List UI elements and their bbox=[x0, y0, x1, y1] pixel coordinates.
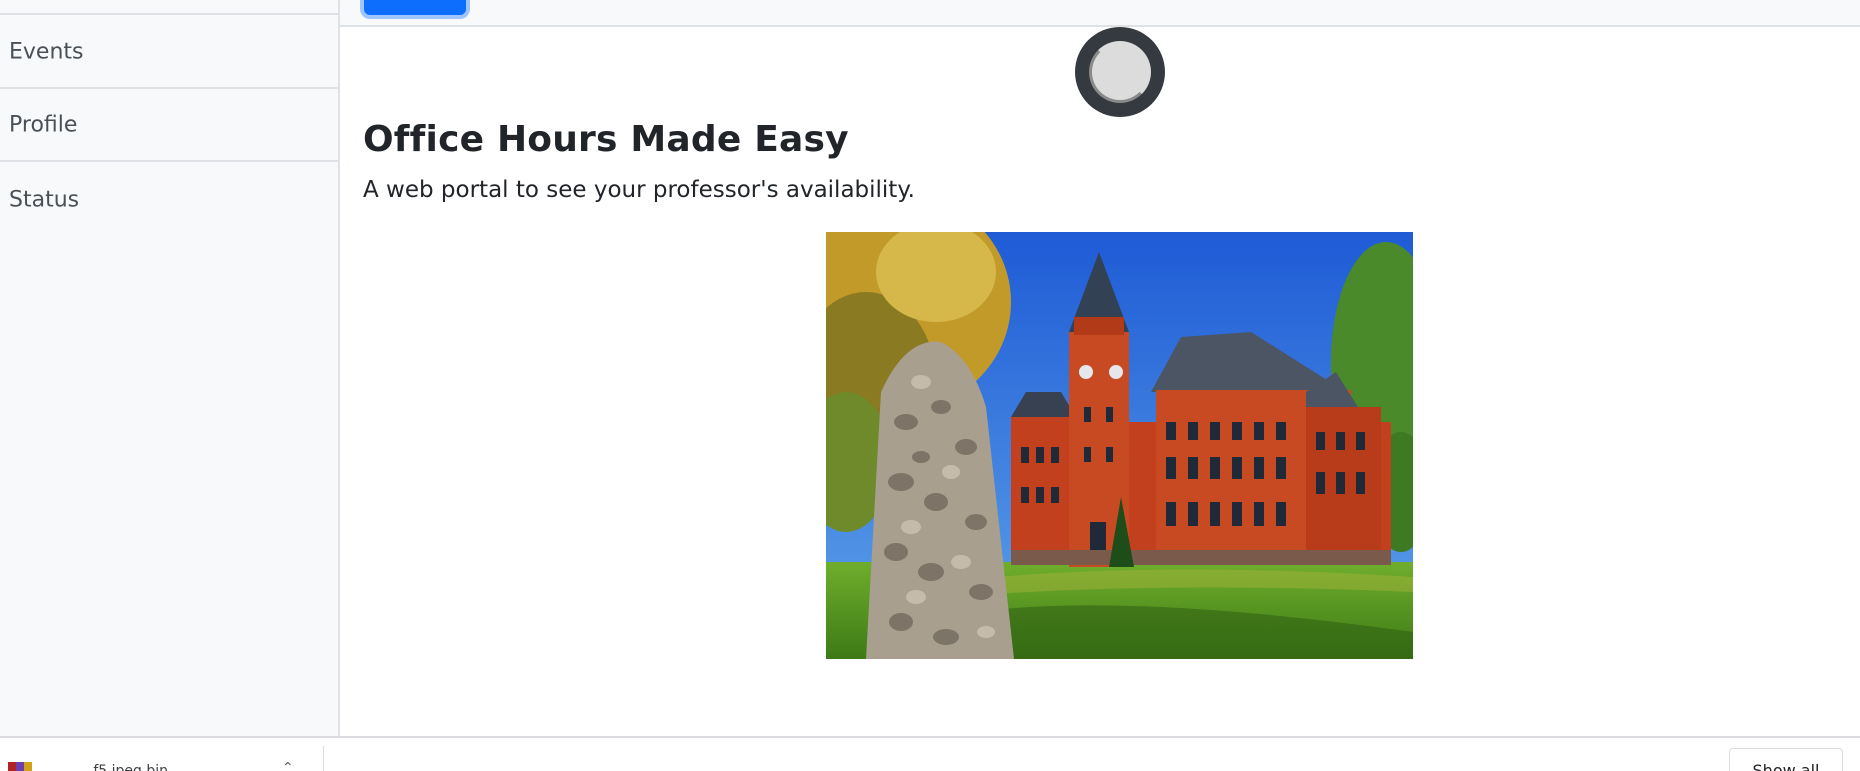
main-content: Office Hours Made Easy A web portal to s… bbox=[340, 27, 1860, 736]
campus-building-image bbox=[826, 232, 1413, 659]
sidebar-item-events[interactable]: Events bbox=[0, 16, 340, 89]
avatar-icon bbox=[1089, 41, 1151, 103]
sidebar-item-label: Status bbox=[9, 187, 80, 212]
show-all-button[interactable]: Show all bbox=[1729, 748, 1843, 771]
campus-building-illustration bbox=[826, 232, 1413, 659]
sidebar-item-label: Events bbox=[9, 39, 84, 64]
sidebar-item-label: Profile bbox=[9, 112, 78, 137]
sidebar-item-status[interactable]: Status bbox=[0, 163, 340, 236]
show-all-label: Show all bbox=[1752, 761, 1820, 771]
downloads-bar: ...f5.jpeg.bin ⌃ Show all bbox=[0, 736, 1860, 771]
sidebar-divider bbox=[0, 13, 340, 15]
page-title: Office Hours Made Easy bbox=[363, 119, 849, 160]
file-image-icon bbox=[8, 762, 32, 771]
download-file-name[interactable]: ...f5.jpeg.bin bbox=[80, 763, 168, 771]
top-navbar bbox=[340, 0, 1860, 27]
downloads-divider bbox=[323, 746, 324, 771]
avatar[interactable] bbox=[1075, 27, 1165, 117]
chevron-up-icon[interactable]: ⌃ bbox=[282, 760, 294, 771]
page-subtitle: A web portal to see your professor's ava… bbox=[363, 177, 915, 203]
sidebar: Events Profile Status bbox=[0, 0, 340, 736]
sidebar-item-profile[interactable]: Profile bbox=[0, 89, 340, 162]
sidebar-toggle-button[interactable] bbox=[364, 0, 466, 15]
